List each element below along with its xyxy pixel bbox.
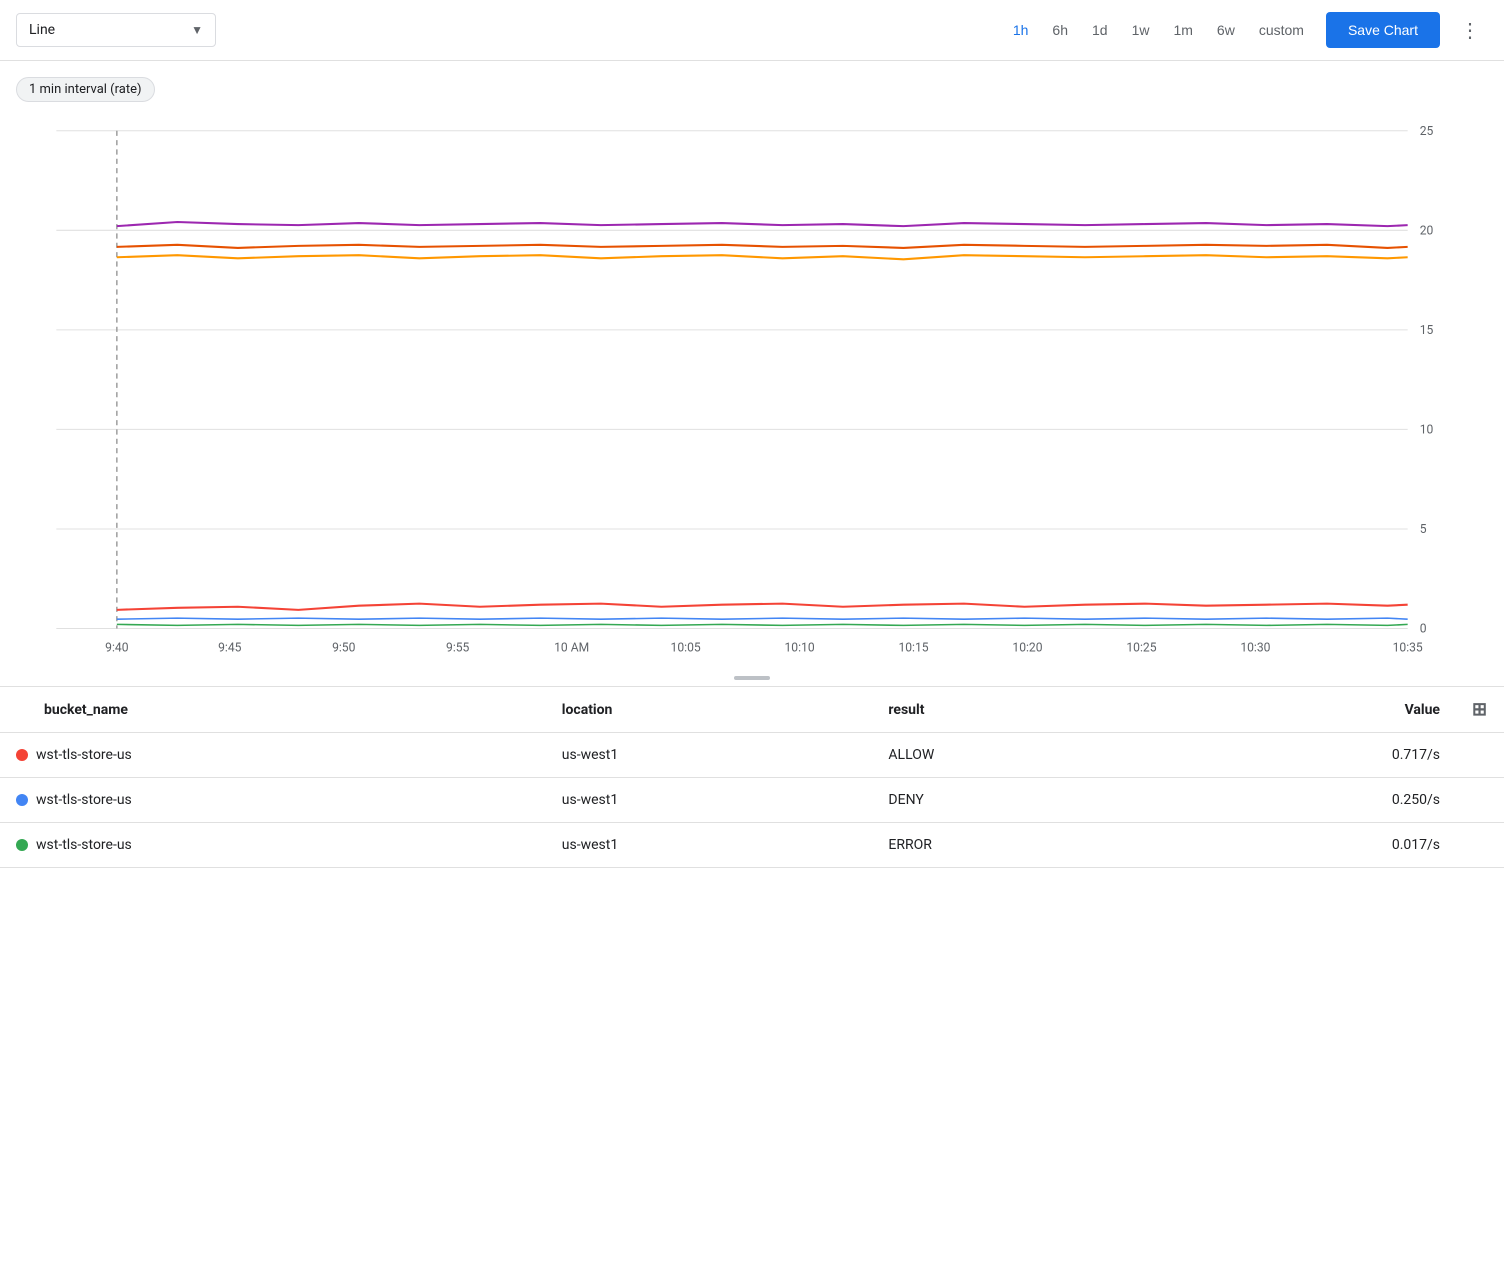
cell-bucket-name: wst-tls-store-us (0, 823, 546, 868)
chart-type-label: Line (29, 22, 55, 38)
svg-text:10:30: 10:30 (1240, 640, 1270, 654)
svg-text:10:35: 10:35 (1393, 640, 1423, 654)
table-header-row: bucket_name location result Value ⊞ (0, 687, 1504, 733)
bucket-name-value: wst-tls-store-us (36, 792, 132, 808)
table-row: wst-tls-store-us us-west1 DENY 0.250/s (0, 778, 1504, 823)
svg-text:10:10: 10:10 (785, 640, 815, 654)
data-table: bucket_name location result Value ⊞ wst-… (0, 687, 1504, 868)
time-range-btn-1d[interactable]: 1d (1082, 16, 1118, 44)
save-chart-button[interactable]: Save Chart (1326, 12, 1440, 48)
svg-text:25: 25 (1420, 124, 1434, 138)
toolbar: Line ▼ 1h6h1d1w1m6wcustom Save Chart ⋮ (0, 0, 1504, 61)
cell-location: us-west1 (546, 823, 873, 868)
svg-text:9:40: 9:40 (105, 640, 128, 654)
chart-area: 1 min interval (rate) 25 20 15 10 5 0 (0, 61, 1504, 670)
svg-text:5: 5 (1420, 522, 1427, 536)
time-range-btn-6h[interactable]: 6h (1042, 16, 1078, 44)
svg-text:0: 0 (1420, 622, 1427, 636)
drag-handle[interactable] (0, 670, 1504, 687)
col-header-result: result (872, 687, 1159, 733)
columns-icon-cell[interactable]: ⊞ (1456, 687, 1504, 733)
time-range-btn-6w[interactable]: 6w (1207, 16, 1245, 44)
svg-text:10: 10 (1420, 422, 1434, 436)
table-row: wst-tls-store-us us-west1 ALLOW 0.717/s (0, 733, 1504, 778)
series-color-dot (16, 839, 28, 851)
cell-empty (1456, 823, 1504, 868)
svg-text:10:05: 10:05 (671, 640, 701, 654)
chart-type-dropdown[interactable]: Line ▼ (16, 13, 216, 47)
cell-bucket-name: wst-tls-store-us (0, 733, 546, 778)
cell-location: us-west1 (546, 778, 873, 823)
svg-text:10 AM: 10 AM (554, 640, 589, 654)
time-range-btn-custom[interactable]: custom (1249, 16, 1314, 44)
col-header-location: location (546, 687, 873, 733)
col-header-bucket-name: bucket_name (0, 687, 546, 733)
drag-pill (734, 676, 770, 680)
col-header-value: Value (1160, 687, 1456, 733)
cell-result: ALLOW (872, 733, 1159, 778)
time-range-btn-1h[interactable]: 1h (1003, 16, 1039, 44)
svg-text:15: 15 (1420, 323, 1434, 337)
svg-text:9:55: 9:55 (446, 640, 469, 654)
table-row: wst-tls-store-us us-west1 ERROR 0.017/s (0, 823, 1504, 868)
svg-text:9:50: 9:50 (332, 640, 355, 654)
more-options-button[interactable]: ⋮ (1452, 14, 1488, 47)
svg-text:9:45: 9:45 (218, 640, 241, 654)
cell-value: 0.717/s (1160, 733, 1456, 778)
cell-value: 0.250/s (1160, 778, 1456, 823)
bucket-name-value: wst-tls-store-us (36, 837, 132, 853)
series-color-dot (16, 749, 28, 761)
series-color-dot (16, 794, 28, 806)
bucket-name-value: wst-tls-store-us (36, 747, 132, 763)
svg-text:20: 20 (1420, 223, 1434, 237)
cell-location: us-west1 (546, 733, 873, 778)
time-range-group: 1h6h1d1w1m6wcustom (1003, 16, 1314, 44)
chart-svg: 25 20 15 10 5 0 9:40 9:45 9:50 9: (16, 110, 1448, 670)
columns-layout-icon[interactable]: ⊞ (1472, 699, 1487, 720)
cell-empty (1456, 778, 1504, 823)
time-range-btn-1w[interactable]: 1w (1122, 16, 1160, 44)
interval-badge: 1 min interval (rate) (16, 77, 155, 102)
chevron-down-icon: ▼ (191, 23, 203, 37)
cell-bucket-name: wst-tls-store-us (0, 778, 546, 823)
chart-wrapper: 25 20 15 10 5 0 9:40 9:45 9:50 9: (0, 110, 1504, 670)
time-range-btn-1m[interactable]: 1m (1163, 16, 1202, 44)
svg-text:10:20: 10:20 (1012, 640, 1042, 654)
cell-empty (1456, 733, 1504, 778)
svg-text:10:15: 10:15 (898, 640, 928, 654)
cell-result: DENY (872, 778, 1159, 823)
cell-value: 0.017/s (1160, 823, 1456, 868)
cell-result: ERROR (872, 823, 1159, 868)
svg-text:10:25: 10:25 (1126, 640, 1156, 654)
